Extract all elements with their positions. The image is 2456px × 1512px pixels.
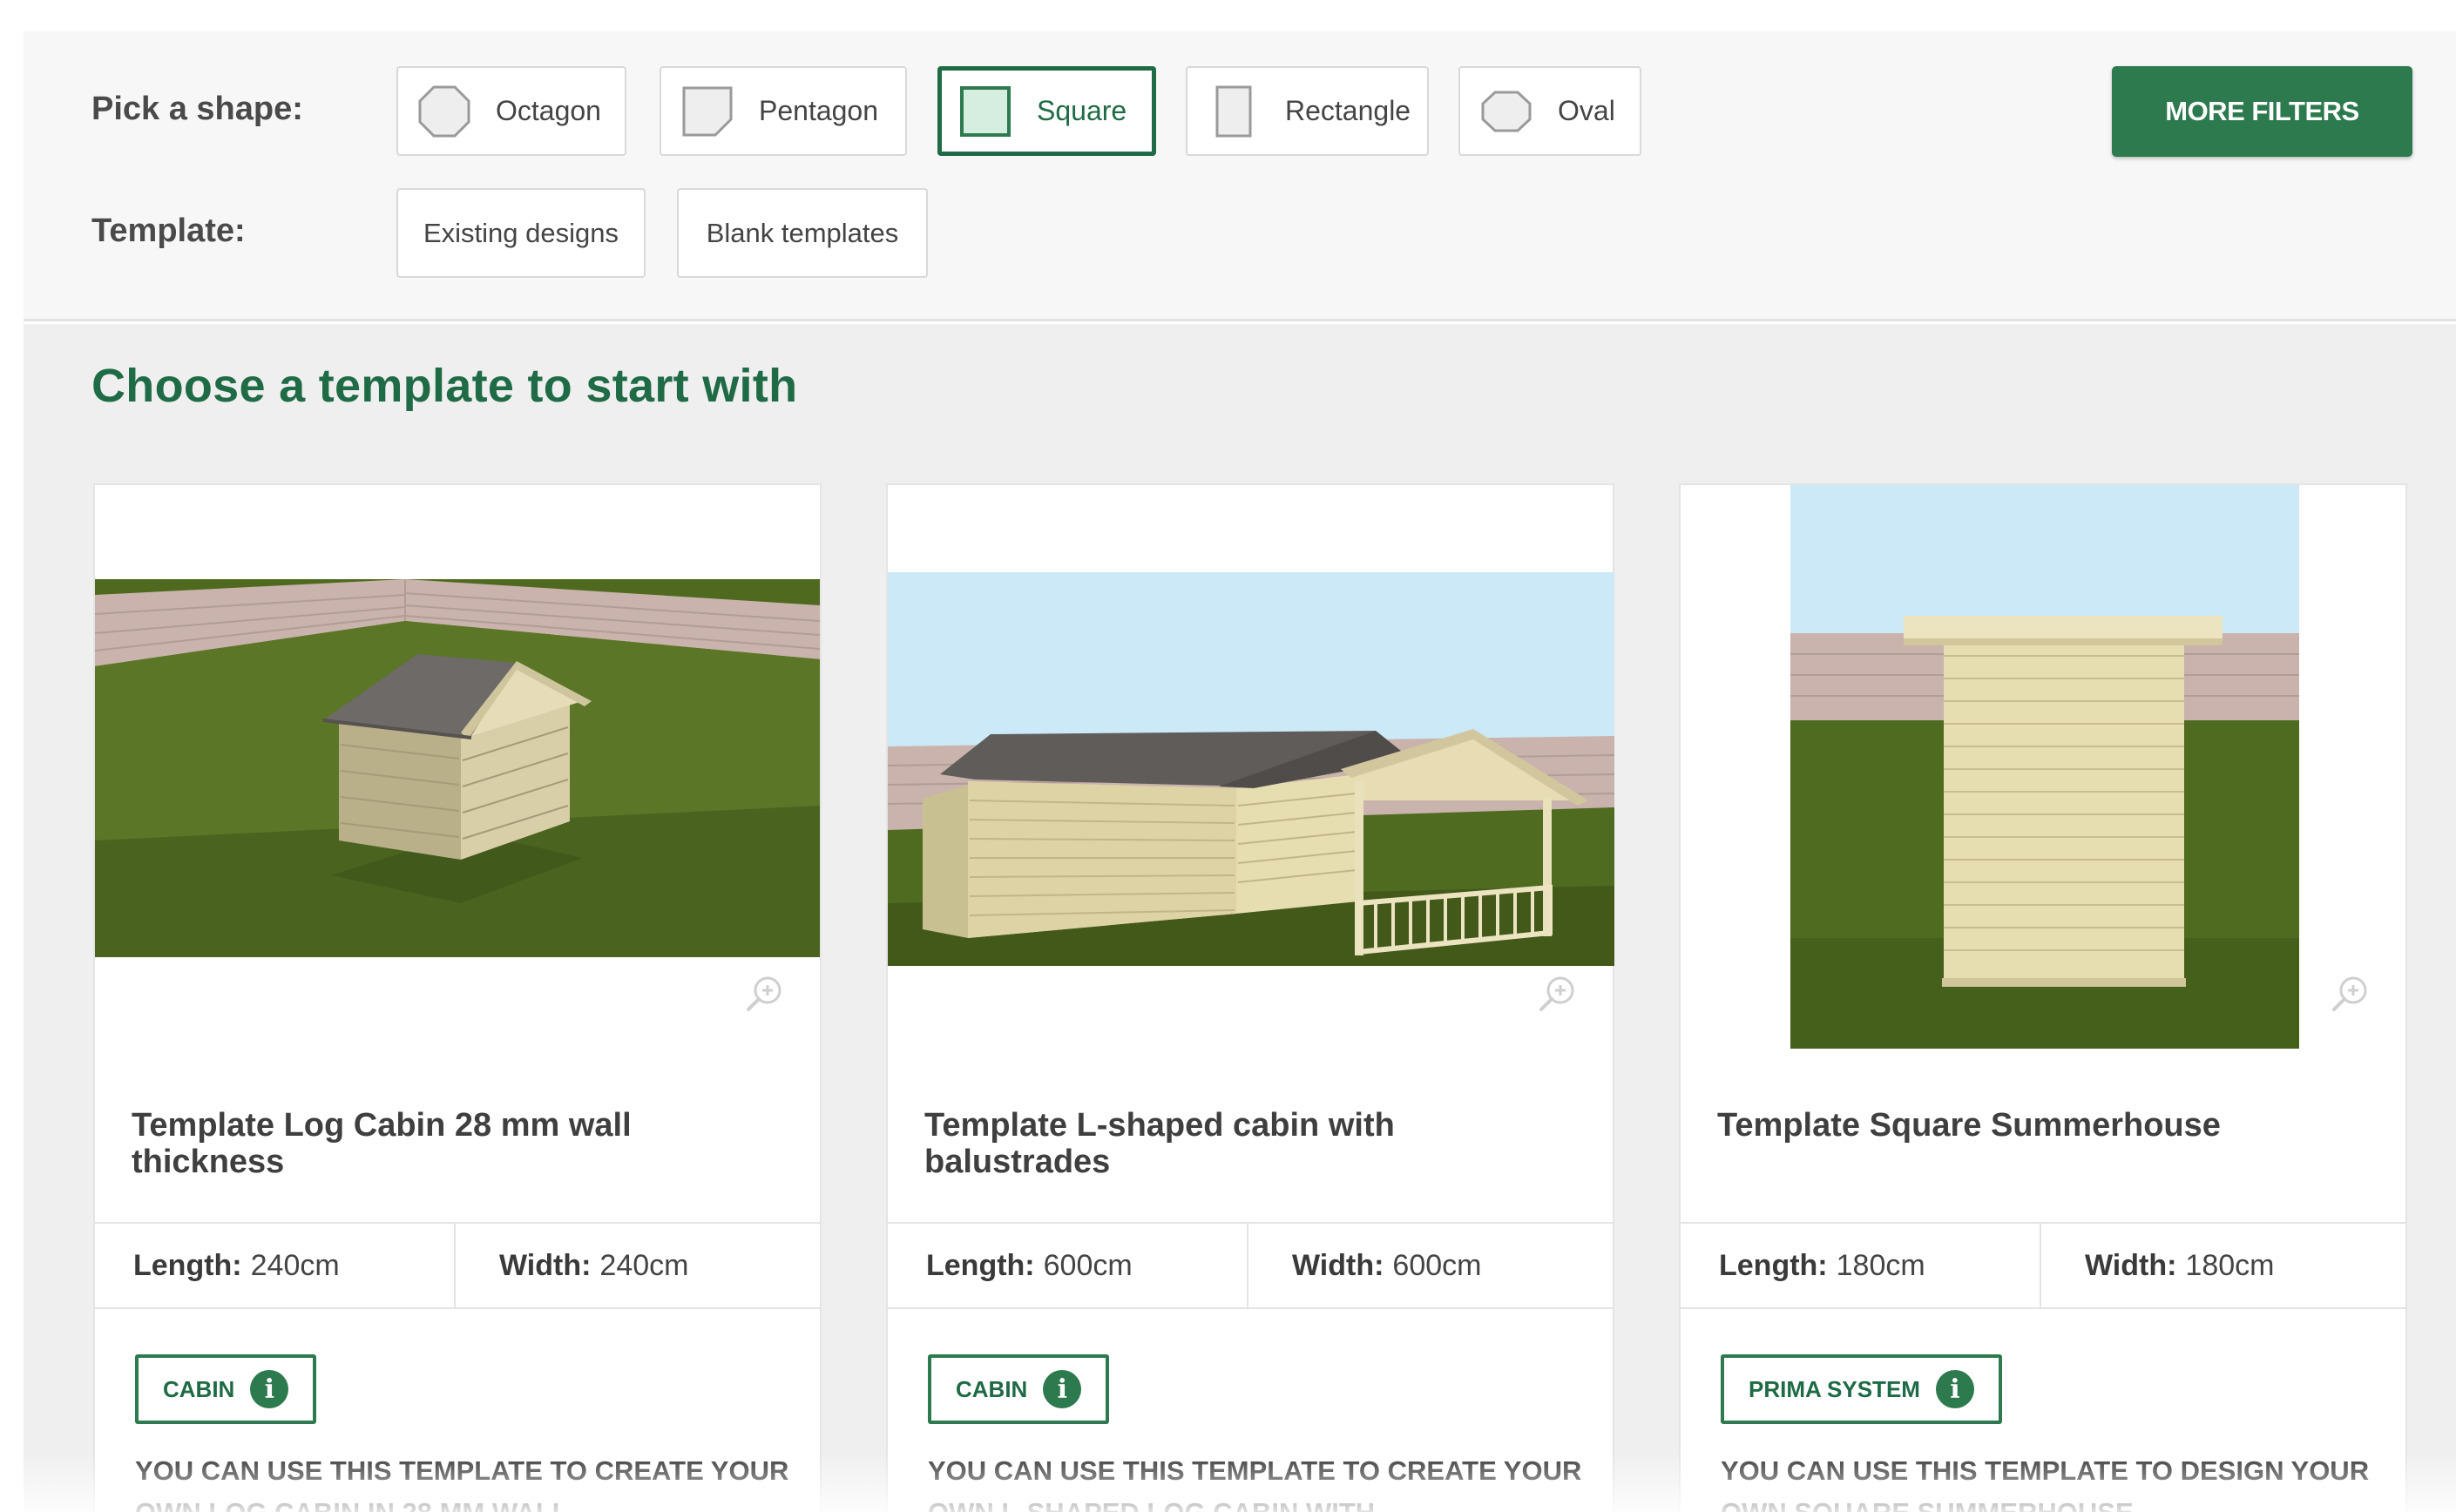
shape-option-rectangle[interactable]: Rectangle: [1186, 66, 1429, 156]
category-badge-label: CABIN: [163, 1375, 235, 1402]
template-title[interactable]: Template Log Cabin 28 mm wall thickness: [132, 1107, 776, 1180]
category-badge-label: CABIN: [956, 1375, 1028, 1402]
width-value: 240cm: [599, 1248, 689, 1282]
template-card-square-summerhouse[interactable]: Template Square Summerhouse Length: 180c…: [1679, 483, 2407, 1512]
template-description: YOU CAN USE THIS TEMPLATE TO CREATE YOUR…: [135, 1455, 789, 1512]
template-title[interactable]: Template Square Summerhouse: [1717, 1107, 2362, 1144]
length-spec: Length: 180cm: [1681, 1224, 2040, 1307]
zoom-icon[interactable]: [745, 973, 785, 1013]
zoom-icon[interactable]: [2331, 973, 2371, 1013]
shape-option-octagon[interactable]: Octagon: [396, 66, 626, 156]
shape-option-label: Rectangle: [1285, 95, 1411, 126]
width-value: 600cm: [1392, 1248, 1482, 1282]
template-preview-image[interactable]: [888, 572, 1614, 966]
rectangle-icon: [1207, 84, 1261, 138]
square-icon: [958, 84, 1012, 138]
template-existing-designs-button[interactable]: Existing designs: [396, 188, 646, 278]
template-description: YOU CAN USE THIS TEMPLATE TO CREATE YOUR…: [928, 1455, 1582, 1512]
shape-option-square[interactable]: Square: [937, 66, 1156, 156]
width-label: Width:: [2085, 1248, 2177, 1282]
length-value: 180cm: [1836, 1248, 1925, 1282]
shape-option-pentagon[interactable]: Pentagon: [660, 66, 907, 156]
length-label: Length:: [926, 1248, 1035, 1282]
length-label: Length:: [1719, 1248, 1828, 1282]
shape-option-label: Square: [1037, 95, 1127, 126]
template-results: Choose a template to start with Template…: [24, 324, 2456, 1512]
width-label: Width:: [499, 1248, 592, 1282]
template-preview-image[interactable]: [95, 579, 820, 957]
pentagon-icon: [680, 84, 734, 138]
shape-option-oval[interactable]: Oval: [1458, 66, 1641, 156]
dimensions-row: Length: 240cm Width: 240cm: [95, 1222, 820, 1309]
template-card-l-shaped-cabin[interactable]: Template L-shaped cabin with balustrades…: [886, 483, 1614, 1512]
filter-panel: Pick a shape: Octagon Pentagon Square Re…: [24, 31, 2456, 321]
category-badge[interactable]: CABIN i: [928, 1354, 1110, 1424]
shape-option-label: Oval: [1558, 95, 1615, 126]
template-title[interactable]: Template L-shaped cabin with balustrades: [924, 1107, 1569, 1180]
section-title: Choose a template to start with: [91, 360, 798, 412]
page-root: Pick a shape: Octagon Pentagon Square Re…: [0, 0, 2456, 1512]
length-value: 240cm: [250, 1248, 340, 1282]
shape-option-label: Pentagon: [759, 95, 879, 126]
dimensions-row: Length: 600cm Width: 600cm: [888, 1222, 1613, 1309]
info-icon[interactable]: i: [1935, 1370, 1974, 1408]
width-spec: Width: 600cm: [1247, 1224, 1613, 1307]
template-description: YOU CAN USE THIS TEMPLATE TO DESIGN YOUR…: [1721, 1455, 2370, 1512]
oval-icon: [1479, 84, 1533, 138]
width-value: 180cm: [2185, 1248, 2275, 1282]
category-badge[interactable]: CABIN i: [135, 1354, 317, 1424]
width-label: Width:: [1292, 1248, 1384, 1282]
info-icon[interactable]: i: [250, 1370, 289, 1408]
template-filter-label: Template:: [91, 213, 246, 249]
info-icon[interactable]: i: [1043, 1370, 1082, 1408]
shape-option-label: Octagon: [496, 95, 601, 126]
dimensions-row: Length: 180cm Width: 180cm: [1681, 1222, 2405, 1309]
width-spec: Width: 180cm: [2040, 1224, 2405, 1307]
template-card-log-cabin[interactable]: Template Log Cabin 28 mm wall thickness …: [93, 483, 822, 1512]
length-label: Length:: [133, 1248, 242, 1282]
more-filters-button[interactable]: MORE FILTERS: [2112, 66, 2412, 157]
length-spec: Length: 240cm: [95, 1224, 454, 1307]
category-badge-label: PRIMA SYSTEM: [1749, 1375, 1920, 1402]
category-badge[interactable]: PRIMA SYSTEM i: [1721, 1354, 2002, 1424]
width-spec: Width: 240cm: [454, 1224, 820, 1307]
shape-filter-label: Pick a shape:: [91, 91, 303, 127]
zoom-icon[interactable]: [1538, 973, 1578, 1013]
length-spec: Length: 600cm: [888, 1224, 1247, 1307]
octagon-icon: [417, 84, 471, 138]
length-value: 600cm: [1043, 1248, 1133, 1282]
template-preview-image[interactable]: [1790, 485, 2299, 1049]
template-blank-templates-button[interactable]: Blank templates: [677, 188, 928, 278]
